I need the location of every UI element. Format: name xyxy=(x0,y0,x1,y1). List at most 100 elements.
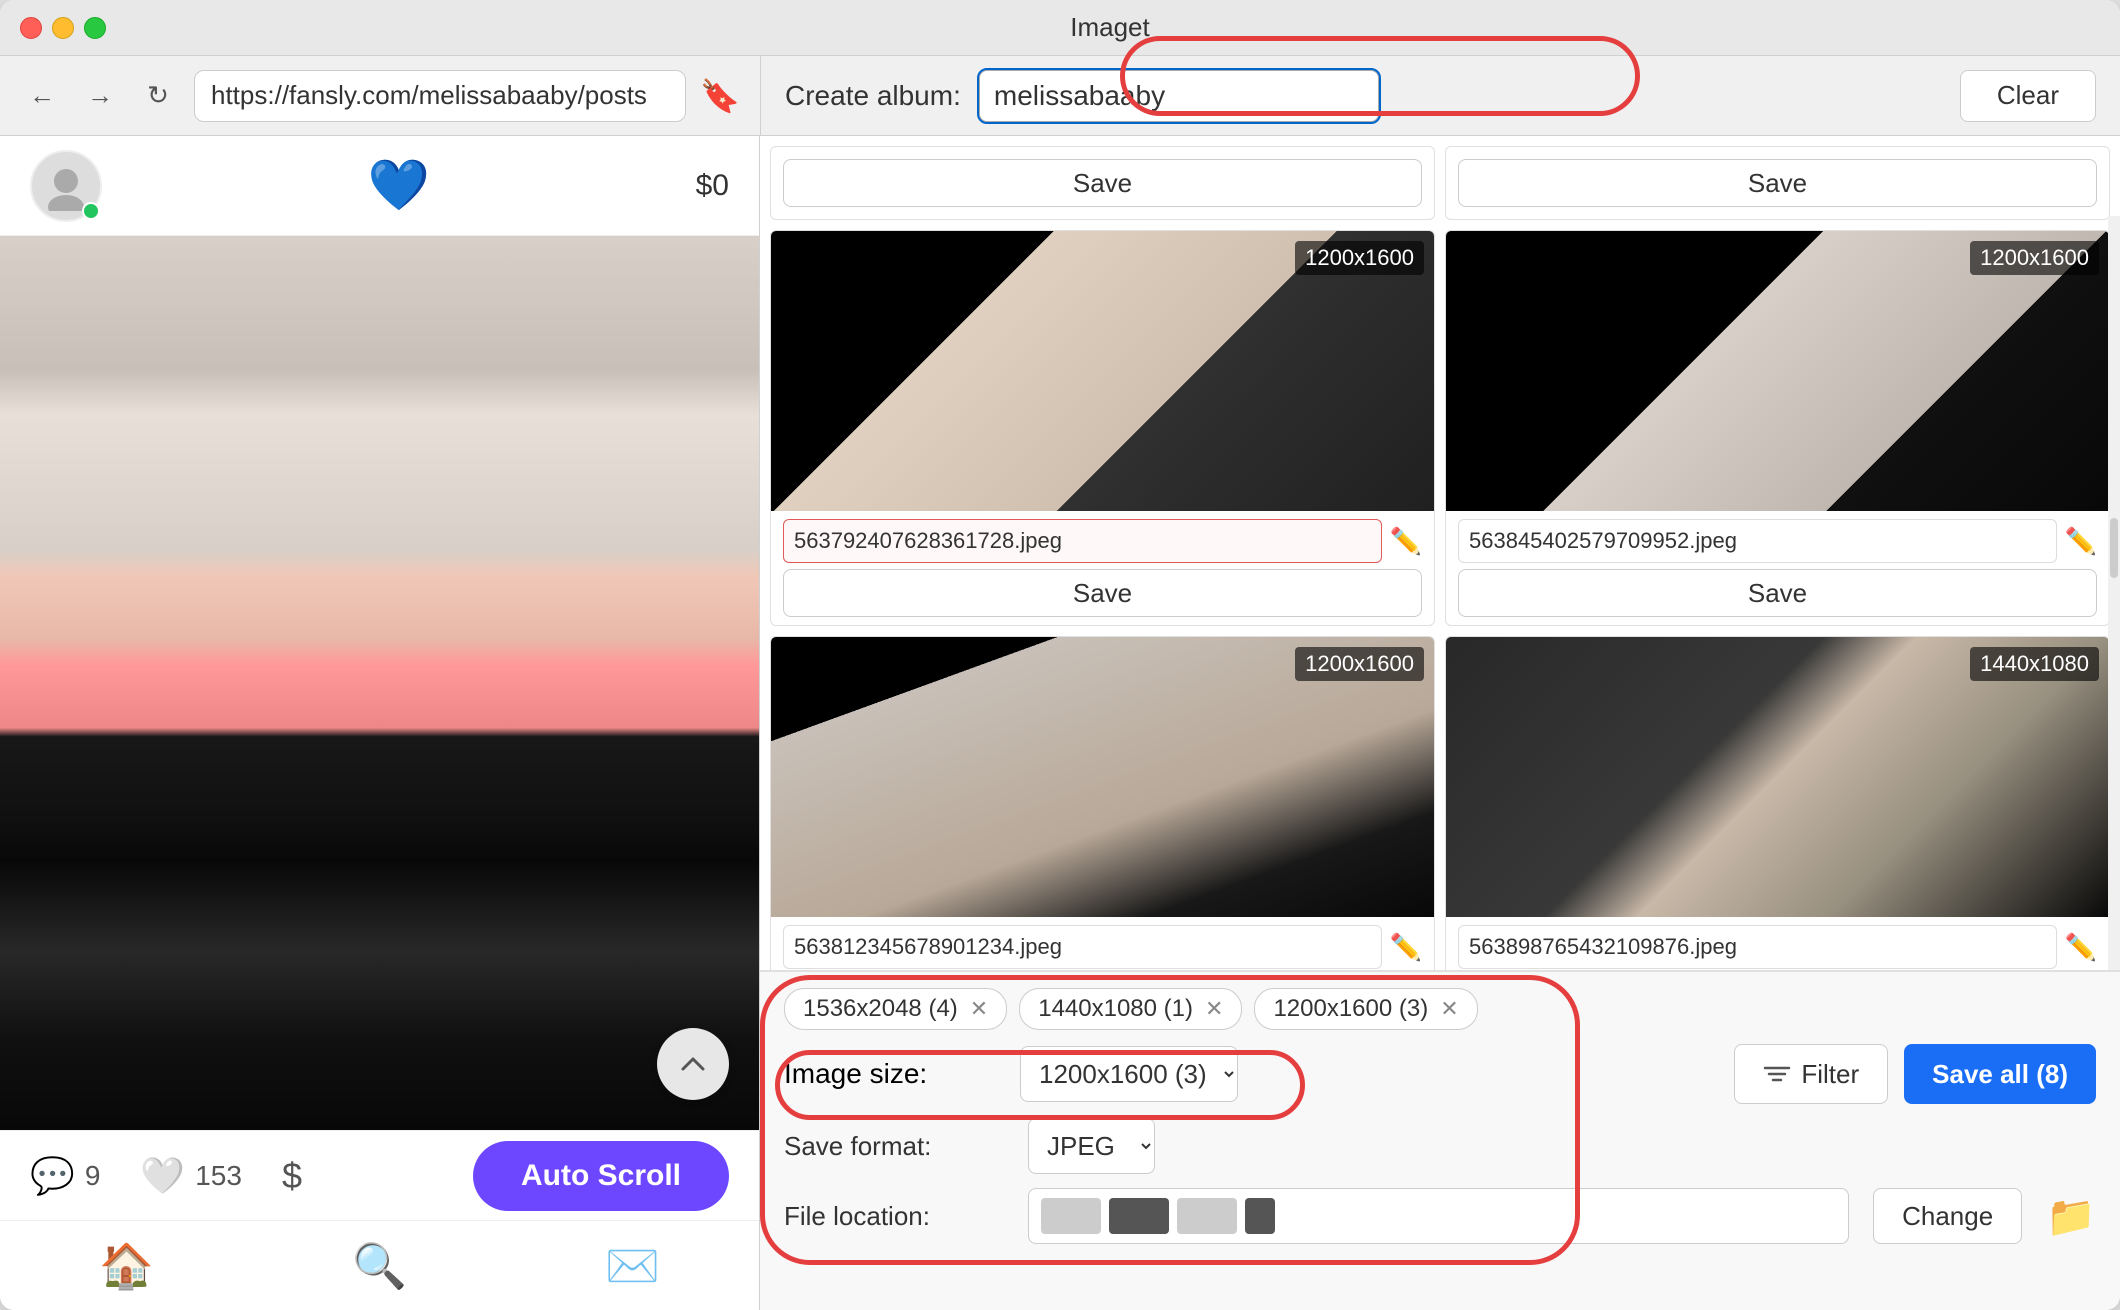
gallery-image-3: 1440x1080 xyxy=(1446,637,2109,917)
album-label: Create album: xyxy=(785,80,961,112)
post-footer: 💬 9 🤍 153 $ Auto Scroll xyxy=(0,1130,759,1220)
auto-scroll-button[interactable]: Auto Scroll xyxy=(473,1141,729,1211)
maximize-button[interactable] xyxy=(84,17,106,39)
main-image-container xyxy=(0,236,759,1130)
back-button[interactable]: ← xyxy=(20,74,64,118)
filter-save-row: Image size: 1200x1600 (3) 1536x2048 (4) … xyxy=(784,1044,2096,1104)
gallery-item-3: 1440x1080 ✏️ Save xyxy=(1445,636,2110,970)
tip-stat: $ xyxy=(282,1155,302,1197)
forward-button[interactable]: → xyxy=(78,74,122,118)
scrollbar-thumb[interactable] xyxy=(2110,518,2118,578)
heart-icon: 💙 xyxy=(368,156,430,215)
gallery-item-prev-1: Save xyxy=(770,146,1435,220)
file-location-label: File location: xyxy=(784,1201,1004,1232)
avatar-container xyxy=(30,150,102,222)
size-badge-x-0[interactable]: ✕ xyxy=(970,996,988,1022)
gallery-image-2: 1200x1600 xyxy=(771,637,1434,917)
home-icon[interactable]: 🏠 xyxy=(99,1240,154,1292)
filename-row-0: ✏️ xyxy=(783,519,1422,563)
size-badge-x-2[interactable]: ✕ xyxy=(1440,996,1458,1022)
scrollbar-track xyxy=(2108,216,2120,970)
gallery-item-1: 1200x1600 ✏️ Save xyxy=(1445,230,2110,626)
edit-icon-2[interactable]: ✏️ xyxy=(1390,932,1422,963)
gallery-item-footer-0: ✏️ Save xyxy=(771,511,1434,625)
filter-label: Filter xyxy=(1801,1059,1859,1090)
size-badge-label-2: 1200x1600 (3) xyxy=(1273,995,1428,1023)
gallery-item-footer-3: ✏️ Save xyxy=(1446,917,2109,970)
window-title: Imaget xyxy=(120,12,2100,43)
comments-stat: 💬 9 xyxy=(30,1155,100,1197)
bottom-panel: 1536x2048 (4) ✕ 1440x1080 (1) ✕ 1200x160… xyxy=(760,970,2120,1310)
save-button-prev-2[interactable]: Save xyxy=(1458,159,2097,207)
size-badge-1: 1440x1080 (1) ✕ xyxy=(1019,988,1242,1030)
gallery-area[interactable]: Save Save 1200x1600 xyxy=(760,136,2120,970)
file-location-bar xyxy=(1028,1188,1849,1244)
gallery-row-top: Save Save xyxy=(770,146,2110,220)
gallery-row-2: 1200x1600 ✏️ Save 1440x1080 xyxy=(770,636,2110,970)
right-panel: Save Save 1200x1600 xyxy=(760,136,2120,1310)
image-size-select[interactable]: 1200x1600 (3) 1536x2048 (4) 1440x1080 (1… xyxy=(1020,1046,1238,1102)
filename-input-0[interactable] xyxy=(783,519,1382,563)
gallery-item-2: 1200x1600 ✏️ Save xyxy=(770,636,1435,970)
like-icon: 🤍 xyxy=(140,1155,185,1197)
save-button-prev-1[interactable]: Save xyxy=(783,159,1422,207)
dimension-badge-3: 1440x1080 xyxy=(1970,647,2099,681)
main-photo xyxy=(0,236,759,1130)
path-segment-2 xyxy=(1109,1198,1169,1234)
filename-row-2: ✏️ xyxy=(783,925,1422,969)
search-icon[interactable]: 🔍 xyxy=(352,1240,407,1292)
reload-button[interactable]: ↻ xyxy=(136,74,180,118)
path-segment-4 xyxy=(1245,1198,1275,1234)
size-filter-row: 1536x2048 (4) ✕ 1440x1080 (1) ✕ 1200x160… xyxy=(784,988,2096,1030)
titlebar: Imaget xyxy=(0,0,2120,56)
scroll-up-button[interactable] xyxy=(657,1028,729,1100)
save-all-button[interactable]: Save all (8) xyxy=(1904,1044,2096,1104)
minimize-button[interactable] xyxy=(52,17,74,39)
size-badge-2: 1200x1600 (3) ✕ xyxy=(1254,988,1477,1030)
edit-icon-1[interactable]: ✏️ xyxy=(2065,526,2097,557)
like-count: 153 xyxy=(195,1160,242,1192)
site-header: 💙 $0 xyxy=(0,136,759,236)
file-location-row: File location: Change 📁 xyxy=(784,1188,2096,1244)
filename-row-3: ✏️ xyxy=(1458,925,2097,969)
online-indicator xyxy=(82,202,100,220)
size-badge-label-0: 1536x2048 (4) xyxy=(803,995,958,1023)
close-button[interactable] xyxy=(20,17,42,39)
image-size-label: Image size: xyxy=(784,1058,1004,1090)
filename-input-1[interactable] xyxy=(1458,519,2057,563)
change-button[interactable]: Change xyxy=(1873,1188,2022,1244)
left-panel: 💙 $0 💬 9 xyxy=(0,136,760,1310)
save-button-0[interactable]: Save xyxy=(783,569,1422,617)
likes-stat: 🤍 153 xyxy=(140,1155,242,1197)
comment-icon: 💬 xyxy=(30,1155,75,1197)
gallery-image-0: 1200x1600 xyxy=(771,231,1434,511)
address-bar[interactable] xyxy=(194,70,686,122)
gallery-item-footer-2: ✏️ Save xyxy=(771,917,1434,970)
bookmark-icon[interactable]: 🔖 xyxy=(700,77,740,115)
mail-icon[interactable]: ✉️ xyxy=(605,1240,660,1292)
traffic-lights xyxy=(20,17,106,39)
filter-button[interactable]: Filter xyxy=(1734,1044,1888,1104)
album-input[interactable] xyxy=(979,70,1379,122)
size-badge-x-1[interactable]: ✕ xyxy=(1205,996,1223,1022)
folder-icon[interactable]: 📁 xyxy=(2046,1193,2096,1240)
filename-input-3[interactable] xyxy=(1458,925,2057,969)
filter-icon xyxy=(1763,1060,1791,1088)
tip-icon: $ xyxy=(282,1155,302,1197)
size-badge-label-1: 1440x1080 (1) xyxy=(1038,995,1193,1023)
filename-input-2[interactable] xyxy=(783,925,1382,969)
balance-display: $0 xyxy=(696,169,729,203)
edit-icon-3[interactable]: ✏️ xyxy=(2065,932,2097,963)
save-format-label: Save format: xyxy=(784,1131,1004,1162)
save-button-1[interactable]: Save xyxy=(1458,569,2097,617)
clear-button[interactable]: Clear xyxy=(1960,70,2096,122)
gallery-item-prev-2: Save xyxy=(1445,146,2110,220)
dimension-badge-0: 1200x1600 xyxy=(1295,241,1424,275)
edit-icon-0[interactable]: ✏️ xyxy=(1390,526,1422,557)
filename-row-1: ✏️ xyxy=(1458,519,2097,563)
save-format-select[interactable]: JPEG PNG WEBP xyxy=(1028,1118,1155,1174)
save-format-row: Save format: JPEG PNG WEBP xyxy=(784,1118,2096,1174)
size-badge-0: 1536x2048 (4) ✕ xyxy=(784,988,1007,1030)
dimension-badge-2: 1200x1600 xyxy=(1295,647,1424,681)
path-segment-1 xyxy=(1041,1198,1101,1234)
